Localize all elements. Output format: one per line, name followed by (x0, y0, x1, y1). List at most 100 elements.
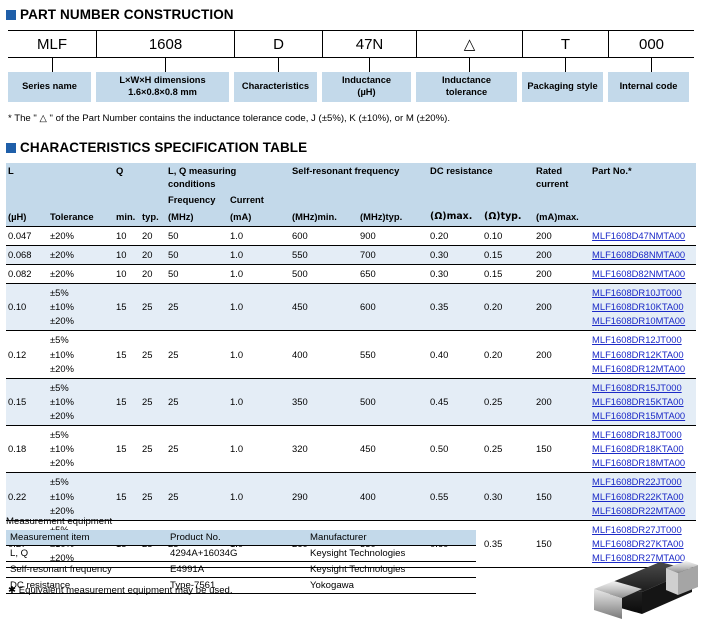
header-spacer-9 (534, 192, 591, 210)
header-dc-resistance: DC resistance (428, 163, 535, 193)
part-number-stem (96, 58, 234, 72)
cell-tolerance: ±5% ±10% ±20% (48, 283, 115, 332)
part-number-label-line2: (µH) (357, 87, 376, 97)
cell-current: 1.0 (228, 245, 291, 265)
part-number-link[interactable]: MLF1608DR27JT000 (592, 523, 694, 537)
measurement-equipment-cell: 4294A+16034G (166, 545, 306, 562)
header-unit-dcr-typ: (Ω)typ. (482, 209, 535, 227)
cell-tolerance: ±20% (48, 245, 115, 265)
header-spacer-1 (6, 192, 48, 210)
part-number-link[interactable]: MLF1608DR15KTA00 (592, 395, 694, 409)
cell-current: 1.0 (228, 264, 291, 285)
measurement-equipment-cell: Yokogawa (306, 577, 476, 594)
cell-q-typ: 20 (140, 226, 167, 246)
part-number-link[interactable]: MLF1608DR22JT000 (592, 475, 694, 489)
cell-inductance: 0.12 (6, 330, 48, 379)
cell-srf-typ: 550 (358, 330, 429, 379)
cell-rated-current: 200 (534, 378, 591, 427)
cell-dcr-max: 0.35 (428, 283, 483, 332)
cell-q-min: 15 (114, 425, 141, 474)
tolerance-stack: ±5%±10%±20% (50, 286, 112, 328)
part-number-construction-diagram: MLF 1608 D 47N △ T 000 Series name L×W×H dimens… (8, 30, 694, 102)
part-number-label: Internal code (608, 72, 689, 102)
part-number-link[interactable]: MLF1608DR18KTA00 (592, 442, 694, 456)
part-number-stem (8, 58, 96, 72)
header-lq-line1: L, Q measuring (168, 165, 237, 176)
part-number-stack: MLF1608DR12JT000 MLF1608DR12KTA00 MLF1608D… (592, 333, 694, 375)
cell-q-min: 10 (114, 245, 141, 265)
cell-current: 1.0 (228, 330, 291, 379)
cell-srf-min: 550 (290, 245, 359, 265)
cell-rated-current: 200 (534, 330, 591, 379)
smd-chip-inductor-photo-icon (594, 561, 698, 619)
part-number-link[interactable]: MLF1608DR12JT000 (592, 333, 694, 347)
cell-tolerance: ±5% ±10% ±20% (48, 425, 115, 474)
part-number-link[interactable]: MLF1608DR18JT000 (592, 428, 694, 442)
cell-srf-min: 450 (290, 283, 359, 332)
header-spacer-4 (140, 192, 167, 210)
cell-rated-current: 150 (534, 472, 591, 521)
cell-srf-typ: 700 (358, 245, 429, 265)
spec-header-row-group: L Q L, Q measuring conditions Self-reson… (6, 163, 697, 193)
tolerance-stack: ±20% (50, 229, 112, 243)
cell-tolerance: ±5% ±10% ±20% (48, 378, 115, 427)
part-number-link[interactable]: MLF1608DR10MTA00 (592, 314, 694, 328)
header-unit-current: (mA) (228, 209, 291, 227)
part-number-link[interactable]: MLF1608DR12KTA00 (592, 348, 694, 362)
cell-part-numbers: MLF1608DR22JT000 MLF1608DR22KTA00 MLF1608D… (590, 472, 697, 521)
header-frequency: Frequency (166, 192, 229, 210)
cell-current: 1.0 (228, 472, 291, 521)
part-number-link[interactable]: MLF1608D82NMTA00 (592, 267, 694, 281)
cell-dcr-max: 0.20 (428, 226, 483, 246)
cell-part-numbers: MLF1608D68NMTA00 (590, 245, 697, 265)
tolerance-value: ±5% (50, 334, 69, 346)
part-number-link[interactable]: MLF1608DR22MTA00 (592, 504, 694, 518)
tolerance-stack: ±5%±10%±20% (50, 333, 112, 375)
part-number-link[interactable]: MLF1608DR18MTA00 (592, 456, 694, 470)
part-number-label: L×W×H dimensions 1.6×0.8×0.8 mm (96, 72, 229, 102)
cell-current: 1.0 (228, 378, 291, 427)
tolerance-value: ±10% (50, 443, 74, 455)
tolerance-stack: ±5%±10%±20% (50, 381, 112, 423)
tolerance-value: ±20% (50, 248, 74, 260)
cell-frequency: 50 (166, 264, 229, 285)
part-number-stem (608, 58, 694, 72)
part-number-link[interactable]: MLF1608DR10JT000 (592, 286, 694, 300)
cell-q-min: 15 (114, 472, 141, 521)
measurement-equipment-cell: Keysight Technologies (306, 545, 476, 562)
tolerance-value: ±20% (50, 267, 74, 279)
part-number-label-line2: tolerance (445, 87, 488, 97)
cell-dcr-typ: 0.15 (482, 245, 535, 265)
spec-table-row: 0.22 ±5% ±10% ±20% 15 25 25 1.0 290 400 0.55 0.30 15… (6, 472, 697, 521)
tolerance-value: ±20% (50, 315, 74, 327)
measurement-equipment-row: Self-resonant frequency E4991A Keysight Te… (6, 561, 476, 578)
part-number-link[interactable]: MLF1608D68NMTA00 (592, 248, 694, 262)
spec-table-row: 0.047 ±20% 10 20 50 1.0 600 900 0.20 0.10 200 MLF16… (6, 226, 697, 246)
part-number-link[interactable]: MLF1608DR15JT000 (592, 381, 694, 395)
header-part-no: Part No.* (590, 163, 697, 193)
part-number-code-segment: T (522, 31, 608, 57)
part-number-link[interactable]: MLF1608DR22KTA00 (592, 490, 694, 504)
part-number-stack: MLF1608D82NMTA00 (592, 267, 694, 281)
tolerance-value: ±5% (50, 381, 69, 393)
part-number-link[interactable]: MLF1608DR10KTA00 (592, 300, 694, 314)
part-number-label-line2: 1.6×0.8×0.8 mm (128, 87, 197, 97)
header-unit-rated: (mA)max. (534, 209, 591, 227)
cell-part-numbers: MLF1608DR10JT000 MLF1608DR10KTA00 MLF1608D… (590, 283, 697, 332)
tolerance-stack: ±5%±10%±20% (50, 475, 112, 517)
cell-dcr-typ: 0.25 (482, 425, 535, 474)
part-number-link[interactable]: MLF1608DR15MTA00 (592, 409, 694, 423)
part-number-stem (522, 58, 608, 72)
tolerance-stack: ±5%±10%±20% (50, 428, 112, 470)
cell-rated-current: 200 (534, 283, 591, 332)
header-unit-q-min: min. (114, 209, 141, 227)
part-number-link[interactable]: MLF1608D47NMTA00 (592, 229, 694, 243)
cell-q-min: 15 (114, 330, 141, 379)
part-number-stack: MLF1608DR15JT000 MLF1608DR15KTA00 MLF1608D… (592, 381, 694, 423)
cell-srf-typ: 600 (358, 283, 429, 332)
header-unit-part-no (590, 209, 697, 227)
part-number-link[interactable]: MLF1608DR27KTA00 (592, 537, 694, 551)
part-number-link[interactable]: MLF1608DR12MTA00 (592, 362, 694, 376)
cell-rated-current: 150 (534, 520, 591, 569)
part-number-label: Series name (8, 72, 91, 102)
